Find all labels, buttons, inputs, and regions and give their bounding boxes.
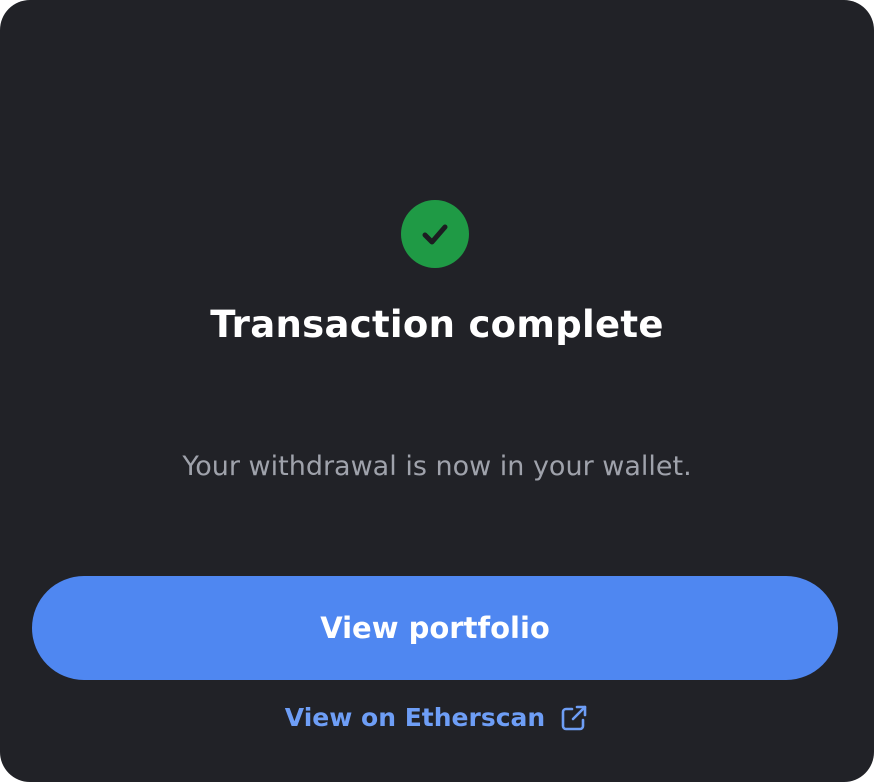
etherscan-link-label: View on Etherscan bbox=[284, 703, 546, 732]
view-on-etherscan-link[interactable]: View on Etherscan bbox=[0, 696, 874, 740]
view-portfolio-label: View portfolio bbox=[320, 611, 550, 645]
dialog-message: Your withdrawal is now in your wallet. bbox=[182, 451, 692, 482]
transaction-complete-dialog: Transaction complete Your withdrawal is … bbox=[0, 0, 874, 782]
external-link-icon bbox=[559, 703, 589, 733]
dialog-title: Transaction complete bbox=[210, 303, 664, 346]
check-circle-icon bbox=[401, 200, 469, 268]
view-portfolio-button[interactable]: View portfolio bbox=[32, 576, 838, 680]
